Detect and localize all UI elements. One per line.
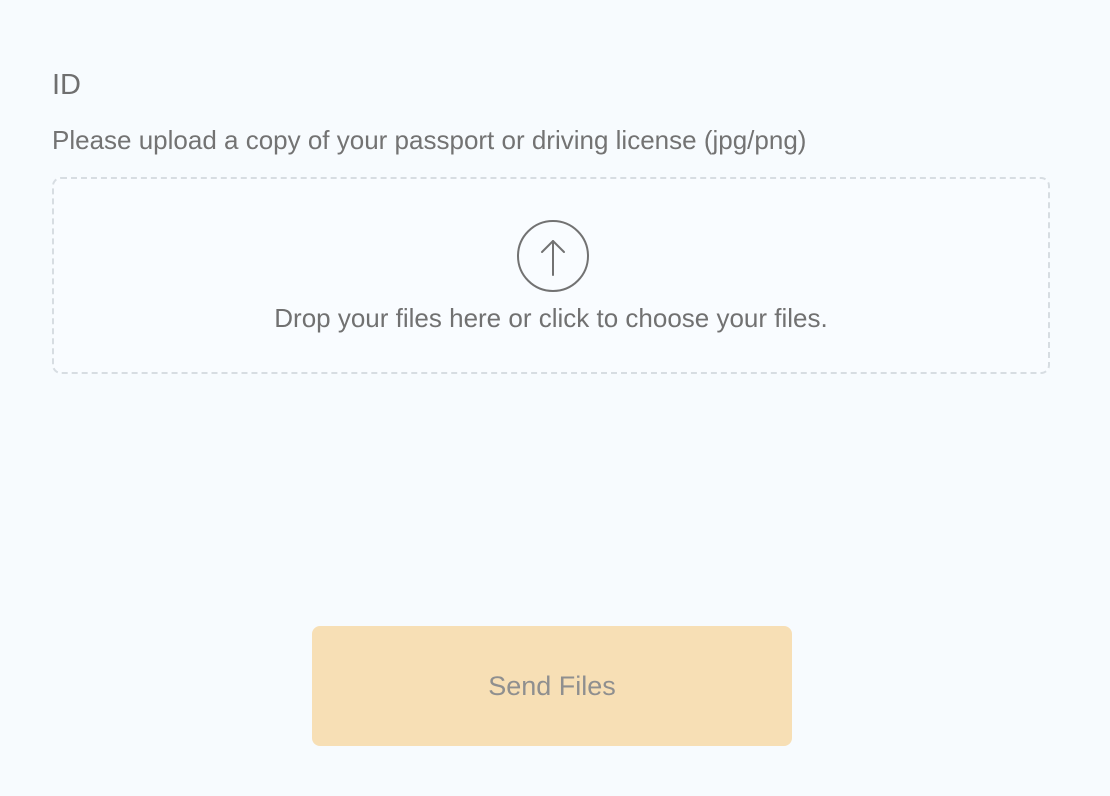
dropzone-message: Drop your files here or click to choose … <box>274 303 828 333</box>
upload-instructions: Please upload a copy of your passport or… <box>52 125 807 155</box>
field-title: ID <box>52 69 81 101</box>
file-dropzone[interactable]: Drop your files here or click to choose … <box>52 177 1050 374</box>
upload-arrow-circle-icon <box>517 220 589 292</box>
send-files-button[interactable]: Send Files <box>312 626 792 746</box>
